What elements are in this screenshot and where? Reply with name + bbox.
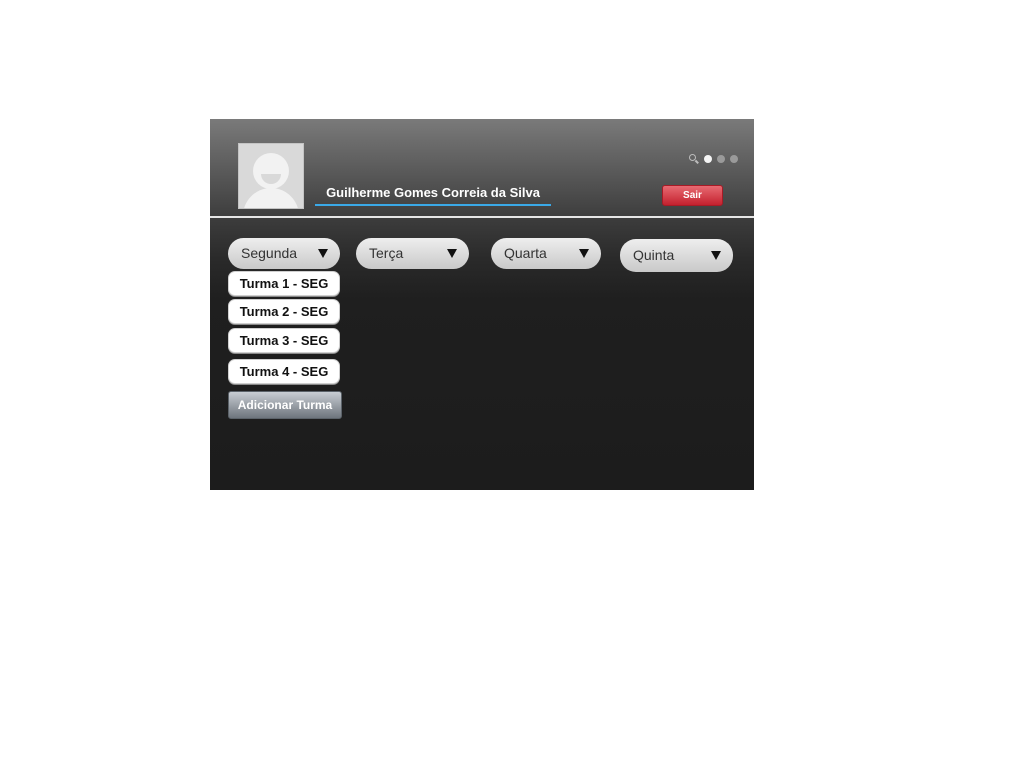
- dropdown-arrow-icon: [579, 249, 589, 258]
- dropdown-arrow-icon: [447, 249, 457, 258]
- turma-item-4[interactable]: Turma 4 - SEG: [228, 359, 340, 384]
- day-select-quarta[interactable]: Quarta: [491, 238, 601, 269]
- page-dot-3[interactable]: [730, 155, 738, 163]
- dropdown-arrow-icon: [318, 249, 328, 258]
- app-window: Guilherme Gomes Correia da Silva Sair Se…: [210, 119, 754, 490]
- user-name: Guilherme Gomes Correia da Silva: [315, 184, 551, 206]
- search-icon-handle: [695, 159, 699, 164]
- header: Guilherme Gomes Correia da Silva Sair: [210, 119, 754, 216]
- day-select-label: Terça: [369, 245, 404, 261]
- page-dot-2[interactable]: [717, 155, 725, 163]
- day-select-terca[interactable]: Terça: [356, 238, 469, 269]
- turma-item-3[interactable]: Turma 3 - SEG: [228, 328, 340, 353]
- turma-item-1[interactable]: Turma 1 - SEG: [228, 271, 340, 296]
- day-select-label: Quarta: [504, 245, 547, 261]
- header-icons: [689, 154, 738, 164]
- page-dot-1[interactable]: [704, 155, 712, 163]
- day-select-label: Quinta: [633, 247, 675, 263]
- day-select-quinta[interactable]: Quinta: [620, 239, 733, 272]
- dropdown-arrow-icon: [711, 251, 721, 260]
- turma-item-2[interactable]: Turma 2 - SEG: [228, 299, 340, 324]
- header-divider: [210, 216, 754, 218]
- search-icon[interactable]: [689, 154, 699, 164]
- day-select-label: Segunda: [241, 245, 298, 261]
- add-turma-button[interactable]: Adicionar Turma: [228, 391, 342, 419]
- logout-button[interactable]: Sair: [662, 185, 723, 206]
- avatar-body-shape: [243, 188, 299, 208]
- avatar: [238, 143, 304, 209]
- day-select-segunda[interactable]: Segunda: [228, 238, 340, 269]
